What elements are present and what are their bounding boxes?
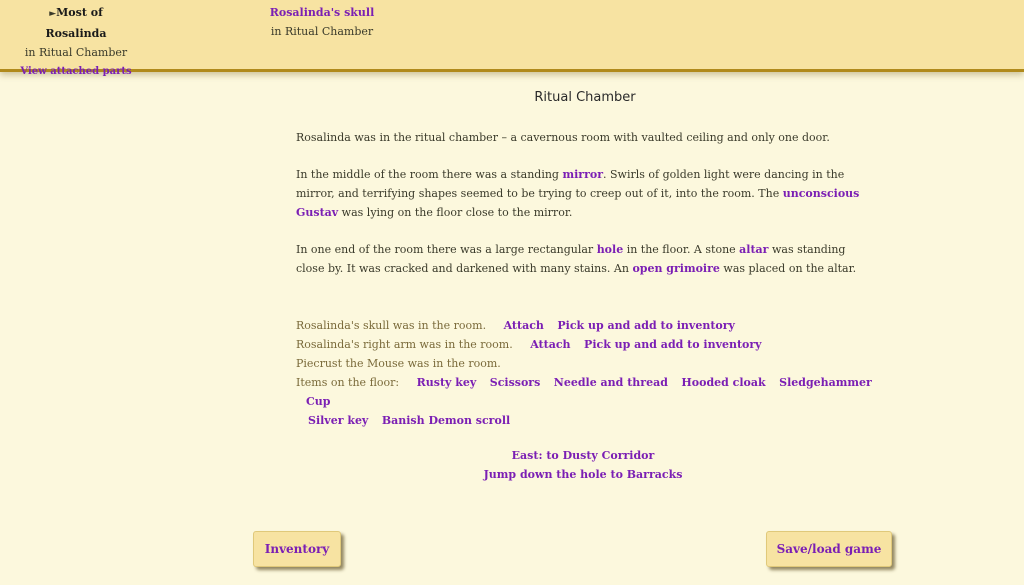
description-paragraph: Rosalinda was in the ritual chamber – a …: [296, 131, 830, 144]
thing-text: Rosalinda's right arm was in the room.: [296, 338, 513, 351]
exits: East: to Dusty Corridor Jump down the ho…: [0, 446, 1024, 484]
mirror-link[interactable]: mirror: [562, 168, 603, 181]
thing-row: Rosalinda's right arm was in the room. A…: [296, 335, 876, 354]
thing-row: Piecrust the Mouse was in the room.: [296, 354, 876, 373]
text: was lying on the floor close to the mirr…: [338, 206, 573, 219]
view-attached-parts-link[interactable]: View attached parts: [20, 62, 132, 81]
exit-east-dusty-corridor[interactable]: East: to Dusty Corridor: [0, 446, 1024, 465]
text: In the middle of the room there was a st…: [296, 168, 563, 181]
thing-text: Piecrust the Mouse was in the room.: [296, 357, 501, 370]
thing-row: Rosalinda's skull was in the room. Attac…: [296, 316, 876, 335]
text: in the floor. A stone: [623, 243, 740, 256]
save-load-button[interactable]: Save/load game: [766, 531, 892, 567]
floor-item-sledgehammer[interactable]: Sledgehammer: [779, 376, 872, 389]
character-location: in Ritual Chamber: [270, 25, 374, 38]
floor-item-rusty-key[interactable]: Rusty key: [417, 376, 477, 389]
floor-item-banish-demon-scroll[interactable]: Banish Demon scroll: [382, 414, 510, 427]
altar-link[interactable]: altar: [739, 243, 768, 256]
character-location: in Ritual Chamber: [24, 46, 128, 59]
pickup-right-arm-link[interactable]: Pick up and add to inventory: [584, 338, 762, 351]
floor-item-silver-key[interactable]: Silver key: [308, 414, 368, 427]
description-paragraph: In the middle of the room there was a st…: [296, 165, 876, 222]
open-grimoire-link[interactable]: open grimoire: [632, 262, 719, 275]
floor-item-hooded-cloak[interactable]: Hooded cloak: [681, 376, 765, 389]
attach-right-arm-link[interactable]: Attach: [530, 338, 570, 351]
thing-text: Rosalinda's skull was in the room.: [296, 319, 487, 332]
character-name-link[interactable]: Rosalinda's skull: [262, 3, 382, 22]
attach-skull-link[interactable]: Attach: [504, 319, 544, 332]
exit-jump-down-hole[interactable]: Jump down the hole to Barracks: [0, 465, 1024, 484]
text: was placed on the altar.: [719, 262, 857, 275]
floor-items-continued: Silver key Banish Demon scroll: [296, 411, 876, 430]
hole-link[interactable]: hole: [597, 243, 624, 256]
description-paragraph: In one end of the room there was a large…: [296, 240, 876, 278]
floor-items-label: Items on the floor:: [296, 376, 400, 389]
room-title: Ritual Chamber: [534, 90, 636, 105]
room-description: Rosalinda was in the ritual chamber – a …: [296, 128, 876, 296]
floor-items: Items on the floor: Rusty key Scissors N…: [296, 373, 876, 411]
floor-item-cup[interactable]: Cup: [306, 395, 330, 408]
room-contents: Rosalinda's skull was in the room. Attac…: [296, 316, 876, 430]
pickup-skull-link[interactable]: Pick up and add to inventory: [557, 319, 735, 332]
character-most-of-rosalinda[interactable]: ►Most of Rosalinda in Ritual Chamber Vie…: [20, 3, 132, 81]
inventory-button[interactable]: Inventory: [253, 531, 341, 567]
text: In one end of the room there was a large…: [296, 243, 597, 256]
floor-item-needle-and-thread[interactable]: Needle and thread: [554, 376, 668, 389]
floor-item-scissors[interactable]: Scissors: [490, 376, 541, 389]
character-rosalindas-skull[interactable]: Rosalinda's skull in Ritual Chamber: [262, 3, 382, 41]
character-bar: ►Most of Rosalinda in Ritual Chamber Vie…: [0, 0, 1024, 77]
